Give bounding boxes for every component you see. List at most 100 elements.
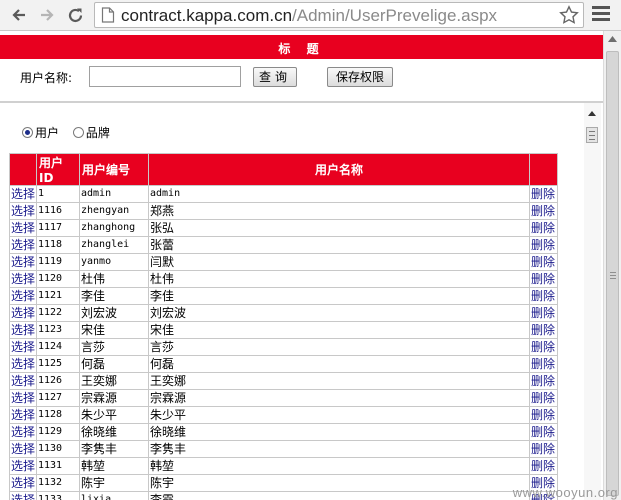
delete-link[interactable]: 删除 bbox=[529, 457, 558, 475]
cell-user-code: yanmo bbox=[79, 253, 149, 271]
outer-scrollbar[interactable] bbox=[603, 31, 621, 500]
delete-link[interactable]: 删除 bbox=[529, 270, 558, 288]
radio-brand-button[interactable] bbox=[72, 127, 84, 138]
select-link[interactable]: 选择 bbox=[9, 338, 37, 356]
select-link[interactable]: 选择 bbox=[9, 372, 37, 390]
select-link[interactable]: 选择 bbox=[9, 236, 37, 254]
select-link[interactable]: 选择 bbox=[9, 406, 37, 424]
delete-link[interactable]: 删除 bbox=[529, 372, 558, 390]
select-link[interactable]: 选择 bbox=[9, 287, 37, 305]
scroll-up-arrow-icon[interactable] bbox=[608, 36, 617, 42]
col-header-delete bbox=[529, 153, 558, 186]
delete-link[interactable]: 删除 bbox=[529, 355, 558, 373]
cell-user-id: 1123 bbox=[36, 321, 80, 339]
select-link[interactable]: 选择 bbox=[9, 202, 37, 220]
col-header-select bbox=[9, 153, 37, 186]
inner-scroll-up-arrow-icon[interactable] bbox=[588, 111, 596, 116]
table-row: 选择 1119 yanmo 闫默 删除 bbox=[9, 253, 558, 271]
delete-link[interactable]: 删除 bbox=[529, 236, 558, 254]
query-button[interactable]: 查询 bbox=[253, 67, 297, 87]
top-frame: 标 题 用户名称: 查询 保存权限 bbox=[0, 31, 603, 101]
cell-user-id: 1122 bbox=[36, 304, 80, 322]
select-link[interactable]: 选择 bbox=[9, 270, 37, 288]
back-button[interactable] bbox=[8, 3, 30, 27]
cell-user-name: 杜伟 bbox=[148, 270, 530, 288]
table-row: 选择 1123 宋佳 宋佳 删除 bbox=[9, 321, 558, 339]
address-bar[interactable]: contract.kappa.com.cn/Admin/UserPrevelig… bbox=[94, 2, 584, 28]
radio-user-button[interactable] bbox=[22, 127, 33, 138]
delete-link[interactable]: 删除 bbox=[529, 389, 558, 407]
delete-link[interactable]: 删除 bbox=[529, 185, 558, 203]
delete-link[interactable]: 删除 bbox=[529, 219, 558, 237]
bookmark-star-icon[interactable] bbox=[559, 5, 579, 25]
table-row: 选择 1124 言莎 言莎 删除 bbox=[9, 338, 558, 356]
select-link[interactable]: 选择 bbox=[9, 440, 37, 458]
cell-user-name: 王奕娜 bbox=[148, 372, 530, 390]
radio-brand-label: 品牌 bbox=[85, 126, 110, 140]
select-link[interactable]: 选择 bbox=[9, 389, 37, 407]
table-row: 选择 1117 zhanghong 张弘 删除 bbox=[9, 219, 558, 237]
radio-user[interactable]: 用户 bbox=[22, 124, 59, 141]
delete-link[interactable]: 删除 bbox=[529, 287, 558, 305]
select-link[interactable]: 选择 bbox=[9, 491, 37, 500]
cell-user-id: 1125 bbox=[36, 355, 80, 373]
delete-link[interactable]: 删除 bbox=[529, 304, 558, 322]
delete-link[interactable]: 删除 bbox=[529, 253, 558, 271]
table-row: 选择 1126 王奕娜 王奕娜 删除 bbox=[9, 372, 558, 390]
outer-scroll-thumb[interactable] bbox=[606, 51, 619, 496]
url-path: /Admin/UserPrevelige.aspx bbox=[292, 6, 498, 25]
cell-user-code: 徐晓维 bbox=[79, 423, 149, 441]
table-row: 选择 1 admin admin 删除 bbox=[9, 185, 558, 203]
cell-user-id: 1131 bbox=[36, 457, 80, 475]
menu-icon[interactable] bbox=[592, 6, 610, 24]
cell-user-code: zhengyan bbox=[79, 202, 149, 220]
table-row: 选择 1125 何磊 何磊 删除 bbox=[9, 355, 558, 373]
browser-toolbar: contract.kappa.com.cn/Admin/UserPrevelig… bbox=[0, 0, 621, 31]
cell-user-name: 张弘 bbox=[148, 219, 530, 237]
save-permission-button[interactable]: 保存权限 bbox=[327, 67, 393, 87]
table-row: 选择 1121 李佳 李佳 删除 bbox=[9, 287, 558, 305]
cell-user-name: 朱少平 bbox=[148, 406, 530, 424]
col-header-user-id: 用户ID bbox=[36, 153, 80, 186]
cell-user-code: 陈宇 bbox=[79, 474, 149, 492]
delete-link[interactable]: 删除 bbox=[529, 440, 558, 458]
select-link[interactable]: 选择 bbox=[9, 423, 37, 441]
forward-button[interactable] bbox=[36, 3, 58, 27]
cell-user-code: 韩堃 bbox=[79, 457, 149, 475]
cell-user-id: 1128 bbox=[36, 406, 80, 424]
select-link[interactable]: 选择 bbox=[9, 457, 37, 475]
select-link[interactable]: 选择 bbox=[9, 253, 37, 271]
col-header-user-code: 用户编号 bbox=[79, 153, 149, 186]
cell-user-name: 闫默 bbox=[148, 253, 530, 271]
cell-user-code: 李隽丰 bbox=[79, 440, 149, 458]
delete-link[interactable]: 删除 bbox=[529, 321, 558, 339]
select-link[interactable]: 选择 bbox=[9, 474, 37, 492]
delete-link[interactable]: 删除 bbox=[529, 202, 558, 220]
inner-scrollbar[interactable] bbox=[584, 103, 601, 500]
watermark: www.wooyun.org bbox=[512, 485, 618, 500]
delete-link[interactable]: 删除 bbox=[529, 406, 558, 424]
table-row: 选择 1122 刘宏波 刘宏波 删除 bbox=[9, 304, 558, 322]
select-link[interactable]: 选择 bbox=[9, 185, 37, 203]
select-link[interactable]: 选择 bbox=[9, 355, 37, 373]
table-row: 选择 1129 徐晓维 徐晓维 删除 bbox=[9, 423, 558, 441]
cell-user-id: 1126 bbox=[36, 372, 80, 390]
radio-user-label: 用户 bbox=[35, 126, 60, 140]
username-input[interactable] bbox=[89, 66, 241, 87]
reload-icon bbox=[68, 8, 82, 22]
select-link[interactable]: 选择 bbox=[9, 219, 37, 237]
delete-link[interactable]: 删除 bbox=[529, 338, 558, 356]
cell-user-name: admin bbox=[148, 185, 530, 203]
cell-user-name: 宗霖源 bbox=[148, 389, 530, 407]
cell-user-code: zhanglei bbox=[79, 236, 149, 254]
cell-user-name: 徐晓维 bbox=[148, 423, 530, 441]
select-link[interactable]: 选择 bbox=[9, 304, 37, 322]
table-row: 选择 1118 zhanglei 张蕾 删除 bbox=[9, 236, 558, 254]
reload-button[interactable] bbox=[64, 3, 86, 27]
radio-brand[interactable]: 品牌 bbox=[72, 124, 110, 141]
cell-user-name: 郑燕 bbox=[148, 202, 530, 220]
cell-user-id: 1 bbox=[36, 185, 80, 203]
select-link[interactable]: 选择 bbox=[9, 321, 37, 339]
delete-link[interactable]: 删除 bbox=[529, 423, 558, 441]
inner-scroll-thumb[interactable] bbox=[586, 127, 598, 143]
